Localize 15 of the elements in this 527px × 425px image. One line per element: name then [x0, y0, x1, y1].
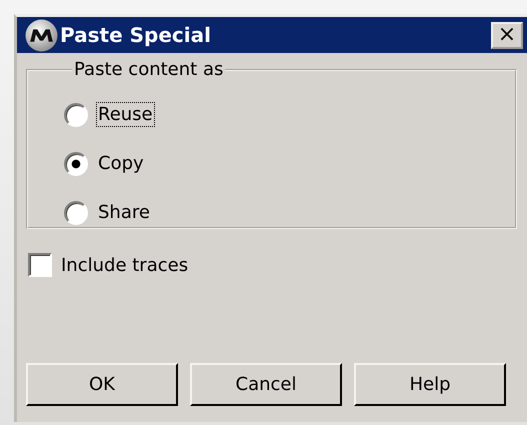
- option-label[interactable]: Share: [96, 200, 152, 225]
- checkbox[interactable]: [28, 253, 52, 277]
- dialog-button[interactable]: Help: [354, 363, 506, 406]
- option-label[interactable]: Reuse: [96, 102, 155, 127]
- group-legend: Paste content as: [72, 59, 226, 80]
- window-title: Paste Special: [60, 23, 212, 47]
- close-button[interactable]: ×: [491, 22, 523, 48]
- radio-button[interactable]: [64, 152, 88, 176]
- checkbox-label[interactable]: Include traces: [61, 254, 188, 276]
- radio-button[interactable]: [64, 102, 88, 126]
- dialog-button[interactable]: Cancel: [190, 363, 342, 406]
- app-logo-icon: [25, 18, 58, 52]
- dialog-button[interactable]: OK: [26, 363, 178, 406]
- option-label[interactable]: Copy: [96, 151, 146, 176]
- radio-button[interactable]: [64, 200, 88, 224]
